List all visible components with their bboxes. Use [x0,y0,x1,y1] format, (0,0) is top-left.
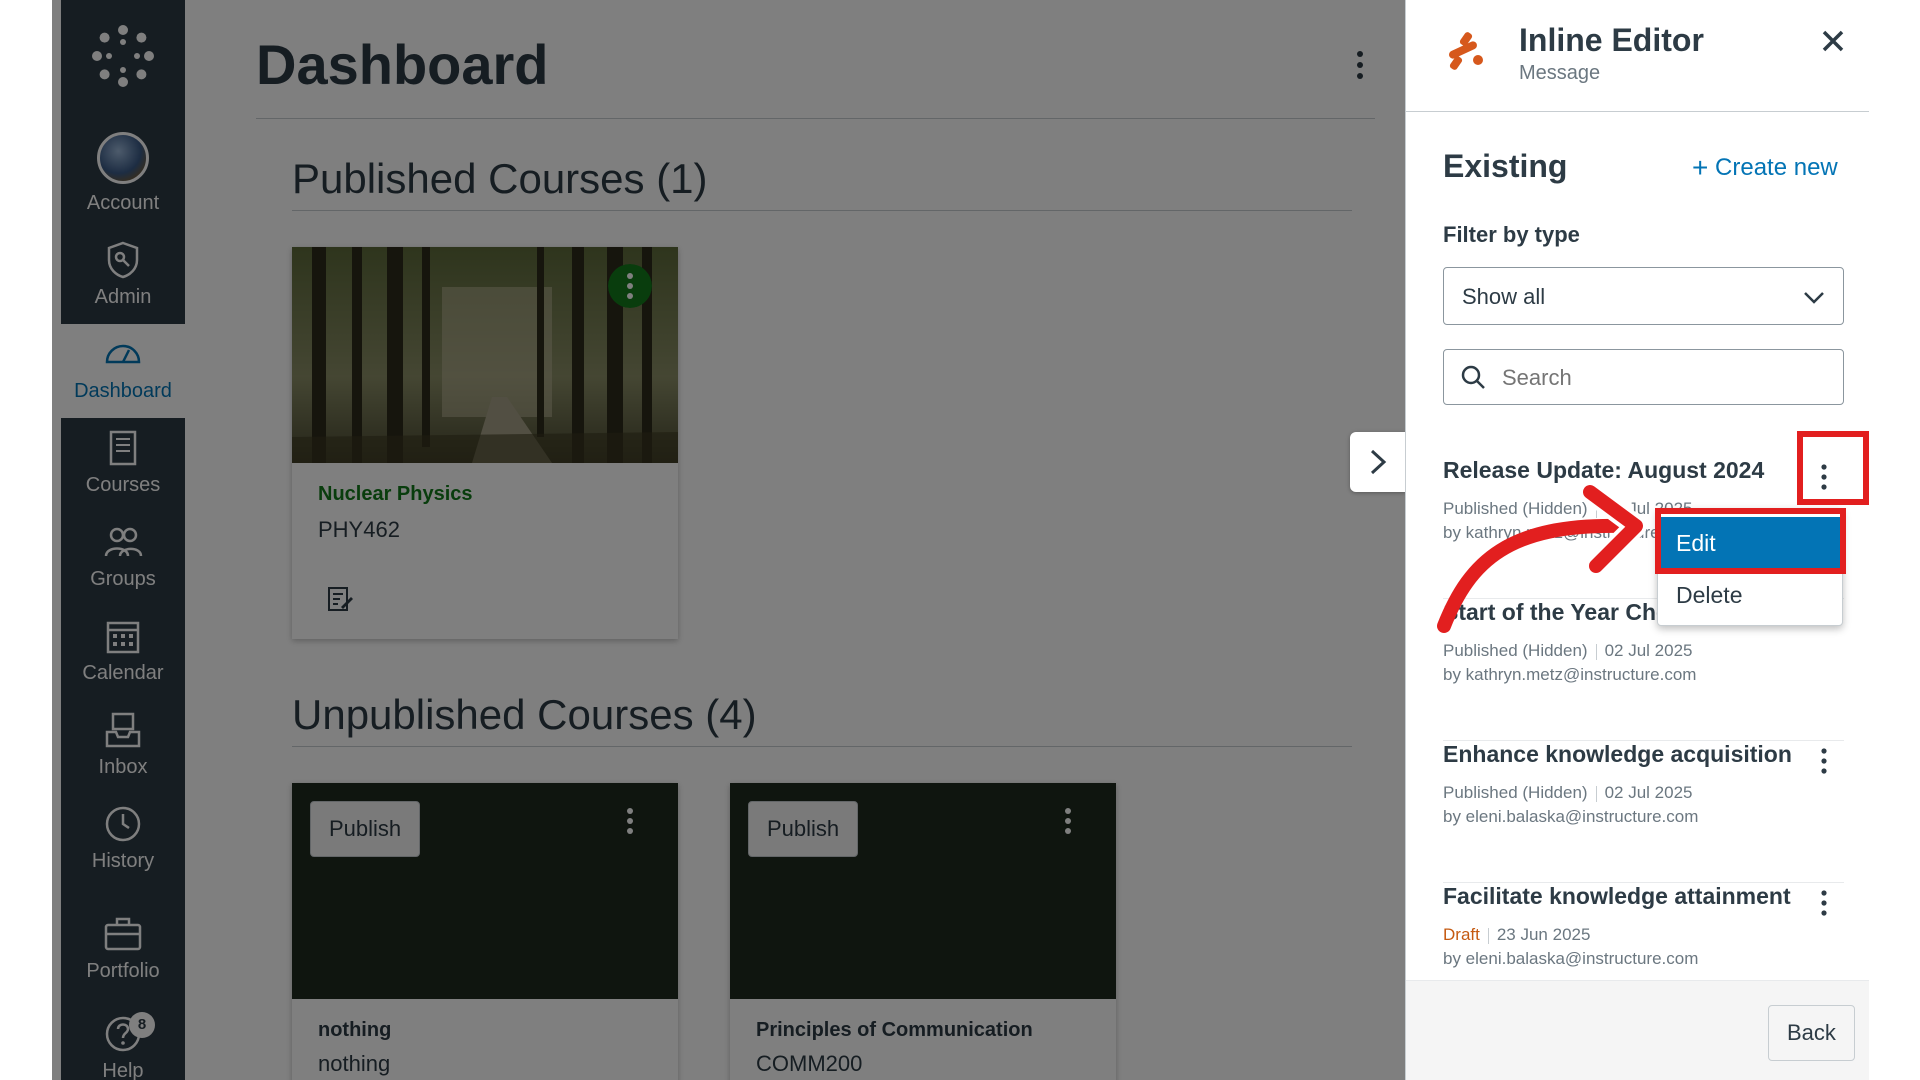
create-new-label: Create new [1715,154,1838,181]
search-input[interactable] [1502,360,1822,396]
message-meta: Draft 23 Jun 2025 [1443,925,1591,944]
message-options-icon[interactable] [1809,885,1839,921]
message-meta: Published (Hidden) 02 Jul 2025 [1443,783,1693,802]
message-author: by kathryn.metz@instructure.com [1443,665,1697,684]
back-button[interactable]: Back [1768,1005,1855,1061]
chevron-right-icon [1370,449,1387,475]
chevron-down-icon [1804,292,1824,304]
expand-tray-button[interactable] [1350,432,1406,492]
plus-icon: + [1692,152,1709,183]
message-options-icon[interactable] [1809,743,1839,779]
frame-margin [1868,0,1920,1080]
message-meta: Published (Hidden) 02 Jul 2025 [1443,641,1693,660]
message-author: by eleni.balaska@instructure.com [1443,807,1699,826]
message-item[interactable]: Enhance knowledge acquisition Published … [1443,741,1844,883]
existing-heading: Existing [1443,148,1568,184]
highlight-box [1797,431,1869,505]
search-field[interactable] [1443,349,1844,405]
tray-footer: Back [1406,980,1869,1080]
modal-overlay [0,0,1405,1080]
tray-subtitle: Message [1519,62,1601,84]
tray-title: Inline Editor [1519,22,1704,58]
search-icon [1461,365,1485,389]
filter-label: Filter by type [1443,222,1580,247]
message-author: by eleni.balaska@instructure.com [1443,949,1699,968]
close-icon[interactable] [1818,26,1848,56]
draft-status: Draft [1443,925,1480,944]
inline-editor-logo-icon [1449,32,1483,70]
pointer-arrow-icon [1437,481,1647,633]
create-new-link[interactable]: + Create new [1692,152,1838,184]
filter-type-select[interactable]: Show all [1443,267,1844,325]
frame-margin [0,0,52,1080]
filter-value: Show all [1462,284,1546,309]
screen: Account Admin Dashboard Courses Groups C… [0,0,1920,1080]
tray-header: Inline Editor Message [1406,0,1869,112]
message-title: Facilitate knowledge attainment [1443,883,1791,909]
message-title: Enhance knowledge acquisition [1443,741,1792,767]
